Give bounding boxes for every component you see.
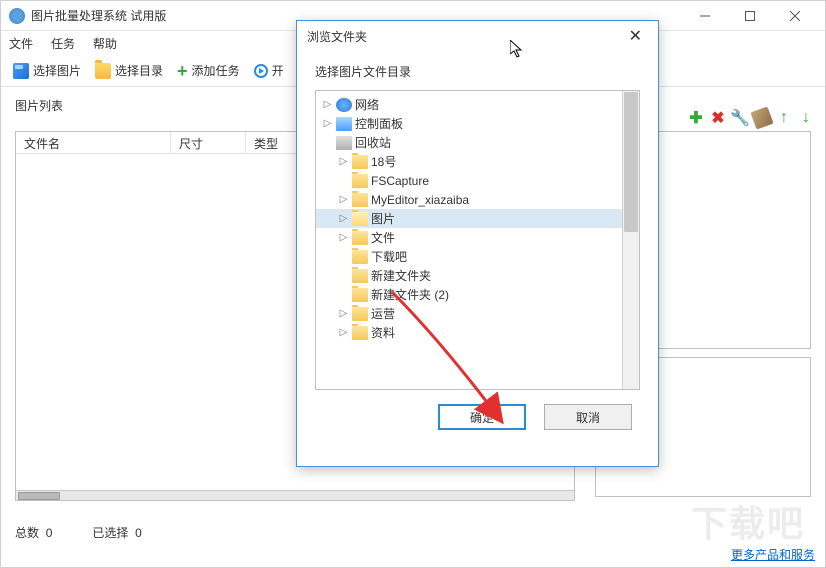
- expander-icon[interactable]: ▷: [322, 118, 333, 129]
- tree-item-6[interactable]: ▷ 图片: [316, 209, 639, 228]
- tree-item-3[interactable]: ▷ 18号: [316, 152, 639, 171]
- start-button[interactable]: 开: [250, 60, 288, 81]
- panel-icon: [336, 117, 352, 131]
- dialog-title: 浏览文件夹: [307, 28, 623, 45]
- image-icon: [13, 63, 29, 79]
- minimize-button[interactable]: [682, 2, 727, 30]
- selected-count: 已选择 0: [92, 524, 141, 541]
- select-image-label: 选择图片: [33, 62, 81, 79]
- folder-icon: [95, 63, 111, 79]
- tree-label: MyEditor_xiazaiba: [371, 193, 469, 207]
- list-scrollbar[interactable]: [16, 490, 574, 500]
- browse-folder-dialog: 浏览文件夹 ✕ 选择图片文件目录 ▷ 网络 ▷ 控制面板回收站 ▷ 18号 FSCaptur…: [296, 20, 659, 467]
- total-count: 总数 0: [15, 524, 52, 541]
- tree-item-0[interactable]: ▷ 网络: [316, 95, 639, 114]
- menu-task[interactable]: 任务: [51, 35, 75, 52]
- window-controls: [682, 2, 817, 30]
- tree-label: 文件: [371, 229, 395, 246]
- select-dir-label: 选择目录: [115, 62, 163, 79]
- add-task-label: 添加任务: [192, 62, 240, 79]
- more-products-link[interactable]: 更多产品和服务: [731, 546, 815, 563]
- tree-item-1[interactable]: ▷ 控制面板: [316, 114, 639, 133]
- folder-icon: [352, 193, 368, 207]
- plus-icon: +: [177, 64, 188, 78]
- expander-icon[interactable]: [338, 270, 349, 281]
- add-icon[interactable]: ✚: [687, 109, 705, 127]
- expander-icon[interactable]: [338, 251, 349, 262]
- folder-icon: [352, 326, 368, 340]
- menu-help[interactable]: 帮助: [93, 35, 117, 52]
- watermark: 下载吧: [691, 495, 805, 547]
- folder-icon: [352, 155, 368, 169]
- tree-label: 运营: [371, 305, 395, 322]
- tree-label: 网络: [355, 96, 379, 113]
- expander-icon[interactable]: ▷: [338, 232, 349, 243]
- play-icon: [254, 64, 268, 78]
- folder-icon: [352, 231, 368, 245]
- tree-item-12[interactable]: ▷ 资料: [316, 323, 639, 342]
- tree-item-10[interactable]: 新建文件夹 (2): [316, 285, 639, 304]
- expander-icon[interactable]: ▷: [338, 156, 349, 167]
- tree-item-11[interactable]: ▷ 运营: [316, 304, 639, 323]
- expander-icon[interactable]: ▷: [338, 308, 349, 319]
- dialog-subtitle: 选择图片文件目录: [315, 63, 640, 80]
- folder-icon: [352, 250, 368, 264]
- select-image-button[interactable]: 选择图片: [9, 60, 85, 81]
- select-dir-button[interactable]: 选择目录: [91, 60, 167, 81]
- wrench-icon[interactable]: 🔧: [731, 109, 749, 127]
- network-icon: [336, 98, 352, 112]
- tree-label: 新建文件夹 (2): [371, 286, 449, 303]
- tree-label: 图片: [371, 210, 395, 227]
- brush-icon[interactable]: [750, 106, 773, 129]
- tree-label: 下载吧: [371, 248, 407, 265]
- app-icon: [9, 8, 25, 24]
- tree-label: FSCapture: [371, 174, 429, 188]
- right-toolbar: ✚ ✖ 🔧 ↑ ↓: [687, 109, 815, 127]
- tree-label: 资料: [371, 324, 395, 341]
- folder-icon: [352, 307, 368, 321]
- expander-icon[interactable]: [338, 289, 349, 300]
- tree-item-2[interactable]: 回收站: [316, 133, 639, 152]
- dialog-buttons: 确定 取消: [315, 390, 640, 430]
- recycle-icon: [336, 136, 352, 150]
- folder-tree-container: ▷ 网络 ▷ 控制面板回收站 ▷ 18号 FSCapture ▷ MyEditor_xiazai…: [315, 90, 640, 390]
- tree-label: 回收站: [355, 134, 391, 151]
- up-arrow-icon[interactable]: ↑: [775, 109, 793, 127]
- tree-item-5[interactable]: ▷ MyEditor_xiazaiba: [316, 190, 639, 209]
- tree-label: 控制面板: [355, 115, 403, 132]
- dialog-title-bar: 浏览文件夹 ✕: [297, 21, 658, 51]
- expander-icon[interactable]: [322, 137, 333, 148]
- expander-icon[interactable]: ▷: [322, 99, 333, 110]
- tree-item-4[interactable]: FSCapture: [316, 171, 639, 190]
- tree-label: 新建文件夹: [371, 267, 431, 284]
- folder-icon: [352, 269, 368, 283]
- folder-tree[interactable]: ▷ 网络 ▷ 控制面板回收站 ▷ 18号 FSCapture ▷ MyEditor_xiazai…: [316, 91, 639, 346]
- expander-icon[interactable]: [338, 175, 349, 186]
- start-label: 开: [272, 62, 284, 79]
- tree-scrollbar[interactable]: [622, 91, 639, 389]
- col-size[interactable]: 尺寸: [171, 132, 246, 153]
- maximize-button[interactable]: [727, 2, 772, 30]
- menu-file[interactable]: 文件: [9, 35, 33, 52]
- expander-icon[interactable]: ▷: [338, 327, 349, 338]
- folder-icon: [352, 212, 368, 226]
- dialog-close-button[interactable]: ✕: [623, 26, 648, 46]
- tree-item-9[interactable]: 新建文件夹: [316, 266, 639, 285]
- expander-icon[interactable]: ▷: [338, 213, 349, 224]
- down-arrow-icon[interactable]: ↓: [797, 109, 815, 127]
- folder-icon: [352, 288, 368, 302]
- add-task-button[interactable]: + 添加任务: [173, 60, 244, 81]
- dialog-body: 选择图片文件目录 ▷ 网络 ▷ 控制面板回收站 ▷ 18号 FSCapture ▷ MyEdit…: [297, 51, 658, 442]
- cancel-button[interactable]: 取消: [544, 404, 632, 430]
- col-filename[interactable]: 文件名: [16, 132, 171, 153]
- tree-label: 18号: [371, 153, 396, 170]
- ok-button[interactable]: 确定: [438, 404, 526, 430]
- delete-icon[interactable]: ✖: [709, 109, 727, 127]
- tree-item-8[interactable]: 下载吧: [316, 247, 639, 266]
- folder-icon: [352, 174, 368, 188]
- close-button[interactable]: [772, 2, 817, 30]
- expander-icon[interactable]: ▷: [338, 194, 349, 205]
- tree-item-7[interactable]: ▷ 文件: [316, 228, 639, 247]
